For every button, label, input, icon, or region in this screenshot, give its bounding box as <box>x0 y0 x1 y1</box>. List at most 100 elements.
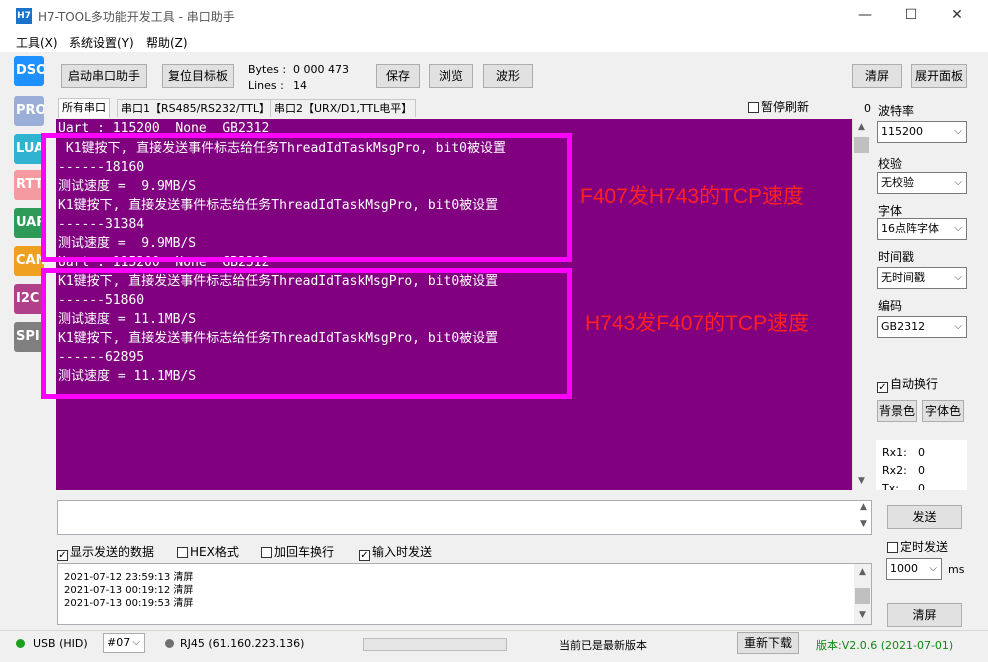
hex-format-checkbox[interactable]: HEX格式 <box>177 543 239 560</box>
checkbox-box[interactable] <box>261 547 272 558</box>
reset-target-button[interactable]: 复位目标板 <box>162 64 234 88</box>
add-crlf-checkbox[interactable]: 加回车换行 <box>261 543 334 560</box>
scroll-up-icon[interactable]: ▲ <box>854 567 871 577</box>
chevron-down-icon: ⌵ <box>929 563 937 574</box>
send-button[interactable]: 发送 <box>887 505 962 529</box>
send-on-input-checkbox[interactable]: ✓ 输入时发送 <box>359 543 432 561</box>
checkbox-checked[interactable]: ✓ <box>57 550 68 561</box>
usb-status-icon <box>16 639 25 648</box>
interval-select[interactable]: 1000 ⌵ <box>886 558 942 580</box>
checkbox-checked[interactable]: ✓ <box>359 550 370 561</box>
timestamp-select[interactable]: 无时间戳 ⌵ <box>877 267 967 289</box>
show-sent-checkbox[interactable]: ✓ 显示发送的数据 <box>57 543 154 561</box>
side-tab-lua[interactable]: LUA <box>14 134 44 164</box>
window-title: H7-TOOL多功能开发工具 - 串口助手 <box>38 10 235 24</box>
tab-port1[interactable]: 串口1【RS485/RS232/TTL】 <box>117 99 275 117</box>
clear-log-button[interactable]: 清屏 <box>887 603 962 627</box>
interval-value: 1000 <box>890 562 918 575</box>
lines-label: Lines : <box>248 79 284 92</box>
scroll-up-icon[interactable]: ▲ <box>853 122 870 132</box>
app-icon: H7 <box>16 8 32 24</box>
side-tab-can[interactable]: CAN <box>14 246 44 276</box>
scroll-down-icon[interactable]: ▼ <box>853 476 870 486</box>
log-scrollbar[interactable]: ▲ ▼ <box>854 564 871 624</box>
chevron-down-icon: ⌵ <box>954 223 962 234</box>
redownload-button[interactable]: 重新下载 <box>737 632 799 654</box>
side-tab-dso[interactable]: DSO <box>14 56 44 86</box>
bg-color-button[interactable]: 背景色 <box>877 400 917 422</box>
timed-send-label: 定时发送 <box>900 540 949 554</box>
checkbox-box[interactable] <box>748 102 759 113</box>
menu-help[interactable]: 帮助(Z) <box>146 34 188 51</box>
hex-format-label: HEX格式 <box>190 545 239 559</box>
lines-value: 14 <box>293 79 307 92</box>
scroll-thumb[interactable] <box>854 137 869 153</box>
menu-tools[interactable]: 工具(X) <box>16 34 58 51</box>
baud-select[interactable]: 115200 ⌵ <box>877 121 967 143</box>
log-box[interactable]: 2021-07-12 23:59:13 清屏 2021-07-13 00:19:… <box>57 563 872 625</box>
auto-wrap-checkbox[interactable]: ✓ 自动换行 <box>877 375 938 393</box>
side-tab-prog[interactable]: PROG <box>14 96 44 126</box>
add-crlf-label: 加回车换行 <box>274 545 335 559</box>
chevron-down-icon: ⌵ <box>954 177 962 188</box>
device-select[interactable]: #07 ⌵ <box>103 633 145 653</box>
checkbox-checked[interactable]: ✓ <box>877 382 888 393</box>
scroll-thumb[interactable] <box>855 588 870 604</box>
highlight-box-bottom <box>41 268 572 399</box>
scroll-down-icon[interactable]: ▼ <box>855 519 872 529</box>
interval-unit: ms <box>948 563 965 576</box>
timestamp-label: 时间戳 <box>878 250 915 264</box>
side-tab-uart[interactable]: UART <box>14 208 44 238</box>
timed-send-checkbox[interactable]: 定时发送 <box>887 538 948 555</box>
tx-label: Tx: <box>882 482 899 490</box>
menu-settings[interactable]: 系统设置(Y) <box>69 34 134 51</box>
baud-value: 115200 <box>881 125 923 138</box>
terminal-scrollbar[interactable]: ▲ ▼ <box>852 119 870 490</box>
version-status: 当前已是最新版本 <box>559 639 647 652</box>
minimize-button[interactable]: — <box>842 0 888 32</box>
parity-select[interactable]: 无校验 ⌵ <box>877 172 967 194</box>
send-input[interactable]: ▲ ▼ <box>57 500 872 535</box>
scroll-up-icon[interactable]: ▲ <box>855 502 872 512</box>
rx2-label: Rx2: <box>882 464 907 477</box>
start-serial-button[interactable]: 启动串口助手 <box>61 64 147 88</box>
parity-label: 校验 <box>878 157 903 171</box>
maximize-button[interactable]: ☐ <box>888 0 934 32</box>
chevron-down-icon: ⌵ <box>954 272 962 283</box>
side-tab-rtt[interactable]: RTT <box>14 170 44 200</box>
font-value: 16点阵字体 <box>881 222 939 235</box>
expand-panel-button[interactable]: 展开面板 <box>911 64 967 88</box>
progress-bar <box>363 638 507 651</box>
rx1-label: Rx1: <box>882 446 907 459</box>
show-sent-label: 显示发送的数据 <box>70 545 155 559</box>
highlight-box-top <box>41 133 572 262</box>
tab-port2[interactable]: 串口2【URX/D1,TTL电平】 <box>270 99 417 117</box>
font-color-button[interactable]: 字体色 <box>922 400 964 422</box>
rj45-status: RJ45 (61.160.223.136) <box>180 637 305 650</box>
pause-refresh-checkbox[interactable]: 暂停刷新 <box>748 98 809 115</box>
checkbox-box[interactable] <box>177 547 188 558</box>
parity-value: 无校验 <box>881 176 914 189</box>
waveform-button[interactable]: 波形 <box>483 64 533 88</box>
bytes-value: 0 000 473 <box>293 63 349 76</box>
log-line: 2021-07-13 00:19:53 清屏 <box>64 598 194 609</box>
side-tab-spi[interactable]: SPI <box>14 322 44 352</box>
font-select[interactable]: 16点阵字体 ⌵ <box>877 218 967 240</box>
save-button[interactable]: 保存 <box>376 64 420 88</box>
browse-button[interactable]: 浏览 <box>429 64 473 88</box>
checkbox-box[interactable] <box>887 542 898 553</box>
side-tab-i2c[interactable]: I2C <box>14 284 44 314</box>
tab-all-ports[interactable]: 所有串口 <box>58 98 110 118</box>
baud-label: 波特率 <box>878 104 915 118</box>
encoding-select[interactable]: GB2312 ⌵ <box>877 316 967 338</box>
title-bar[interactable]: H7 H7-TOOL多功能开发工具 - 串口助手 — ☐ ✕ <box>0 0 988 32</box>
status-bar: USB (HID) #07 ⌵ RJ45 (61.160.223.136) 当前已… <box>0 630 988 662</box>
menu-bar: 工具(X) 系统设置(Y) 帮助(Z) <box>0 32 988 52</box>
clear-screen-button[interactable]: 清屏 <box>852 64 902 88</box>
chevron-down-icon: ⌵ <box>954 126 962 137</box>
rx2-value: 0 <box>918 464 925 477</box>
counters-box: Rx1: 0 Rx2: 0 Tx: 0 <box>876 440 967 490</box>
annotation-h743-to-f407: H743发F407的TCP速度 <box>585 312 810 335</box>
close-button[interactable]: ✕ <box>934 0 980 32</box>
scroll-down-icon[interactable]: ▼ <box>854 610 871 620</box>
